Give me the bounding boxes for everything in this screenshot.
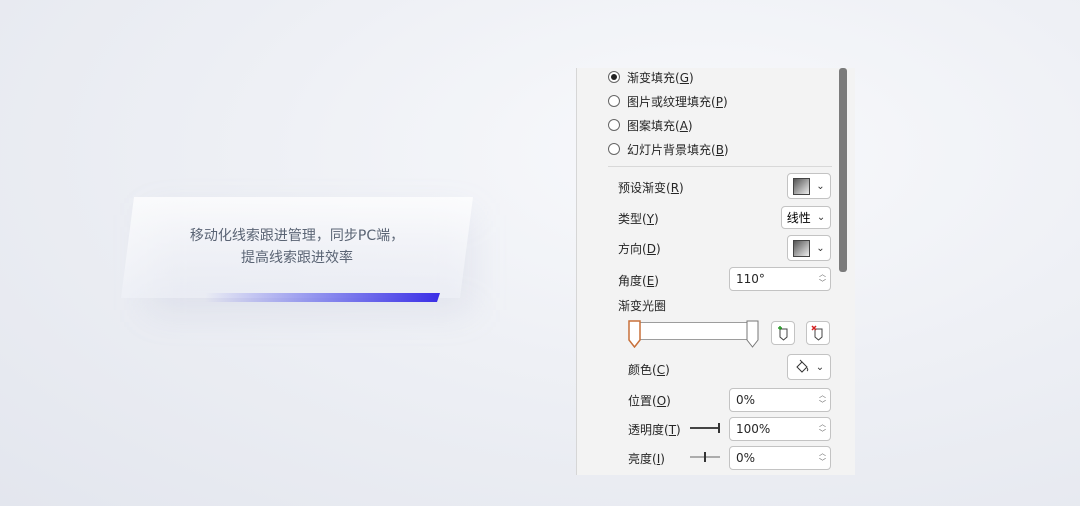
add-gradient-stop-icon <box>778 326 788 341</box>
radio-label: 渐变填充( <box>627 70 680 85</box>
radio-label: 图案填充( <box>627 118 680 133</box>
radio-key: B <box>715 142 724 157</box>
radio-suffix: ) <box>723 142 729 157</box>
direction-label: 方向(D) <box>618 242 661 256</box>
radio-icon <box>608 95 620 107</box>
radio-slide-background-fill[interactable]: 幻灯片背景填充(B) <box>608 139 729 159</box>
radio-icon <box>608 119 620 131</box>
spinner-arrows-icon[interactable]: ︿ ﹀ <box>819 391 826 409</box>
type-label: 类型(Y) <box>618 212 659 226</box>
gradient-swatch-icon <box>793 177 811 195</box>
section-divider <box>608 166 832 167</box>
color-label: 颜色(C) <box>628 363 670 377</box>
spinner-arrows-icon[interactable]: ︿ ﹀ <box>819 449 826 467</box>
spinner-arrows-icon[interactable]: ︿ ﹀ <box>819 270 826 288</box>
brightness-label: 亮度(I) <box>628 452 665 466</box>
chevron-down-icon: ⌄ <box>815 361 825 373</box>
radio-pattern-fill[interactable]: 图案填充(A) <box>608 115 693 135</box>
feature-line-2: 提高线索跟进效率 <box>241 250 353 266</box>
position-spinner[interactable]: 0% ︿ ﹀ <box>729 388 831 412</box>
paint-bucket-icon <box>796 359 809 373</box>
slider-thumb <box>704 452 706 462</box>
panel-scrollbar[interactable] <box>839 68 847 272</box>
brightness-spinner[interactable]: 0% ︿ ﹀ <box>729 446 831 470</box>
radio-suffix: ) <box>687 118 693 133</box>
angle-label: 角度(E) <box>618 274 659 288</box>
radio-icon <box>608 143 620 155</box>
gradient-stops-label: 渐变光圈 <box>618 299 667 313</box>
remove-gradient-stop-button[interactable] <box>806 321 830 345</box>
remove-gradient-stop-icon <box>811 325 823 341</box>
direction-dropdown[interactable]: ⌄ <box>787 235 831 261</box>
type-dropdown[interactable]: 线性 ⌄ <box>781 206 831 229</box>
gradient-stop-selected[interactable] <box>628 320 641 349</box>
color-dropdown[interactable]: ⌄ <box>787 354 831 380</box>
gradient-stop[interactable] <box>746 320 759 348</box>
accent-bar <box>205 293 440 302</box>
chevron-down-icon: ⌄ <box>816 242 825 254</box>
brightness-value: 0% <box>736 451 756 465</box>
type-value: 线性 <box>786 211 811 225</box>
transparency-value: 100% <box>736 422 771 436</box>
gradient-stops-track[interactable] <box>634 322 752 340</box>
radio-key: A <box>679 118 688 133</box>
feature-card-text: 移动化线索跟进管理，同步PC端， 提高线索跟进效率 <box>121 225 473 269</box>
chevron-down-icon: ⌄ <box>816 180 825 192</box>
radio-picture-fill[interactable]: 图片或纹理填充(P) <box>608 91 728 111</box>
radio-gradient-fill[interactable]: 渐变填充(G) <box>608 67 694 87</box>
slider-thumb <box>718 423 720 433</box>
transparency-spinner[interactable]: 100% ︿ ﹀ <box>729 417 831 441</box>
radio-key: G <box>679 70 689 85</box>
position-value: 0% <box>736 393 756 407</box>
radio-label: 幻灯片背景填充( <box>627 142 716 157</box>
radio-key: P <box>715 94 723 109</box>
chevron-down-icon: ⌄ <box>816 212 826 223</box>
angle-spinner[interactable]: 110° ︿ ﹀ <box>729 267 831 291</box>
radio-suffix: ) <box>689 70 694 85</box>
transparency-slider[interactable] <box>690 423 722 433</box>
preset-gradient-label: 预设渐变(R) <box>618 181 684 195</box>
radio-selected-icon <box>608 71 620 83</box>
brightness-slider[interactable] <box>690 452 722 462</box>
preset-gradient-dropdown[interactable]: ⌄ <box>787 173 831 199</box>
transparency-label: 透明度(T) <box>628 423 681 437</box>
radio-suffix: ) <box>722 94 728 109</box>
gradient-swatch-icon <box>793 239 811 257</box>
angle-value: 110° <box>736 272 765 286</box>
spinner-arrows-icon[interactable]: ︿ ﹀ <box>819 420 826 438</box>
position-label: 位置(O) <box>628 394 671 408</box>
feature-line-1: 移动化线索跟进管理，同步PC端， <box>189 228 405 244</box>
radio-label: 图片或纹理填充( <box>627 94 716 109</box>
add-gradient-stop-button[interactable] <box>771 321 795 345</box>
